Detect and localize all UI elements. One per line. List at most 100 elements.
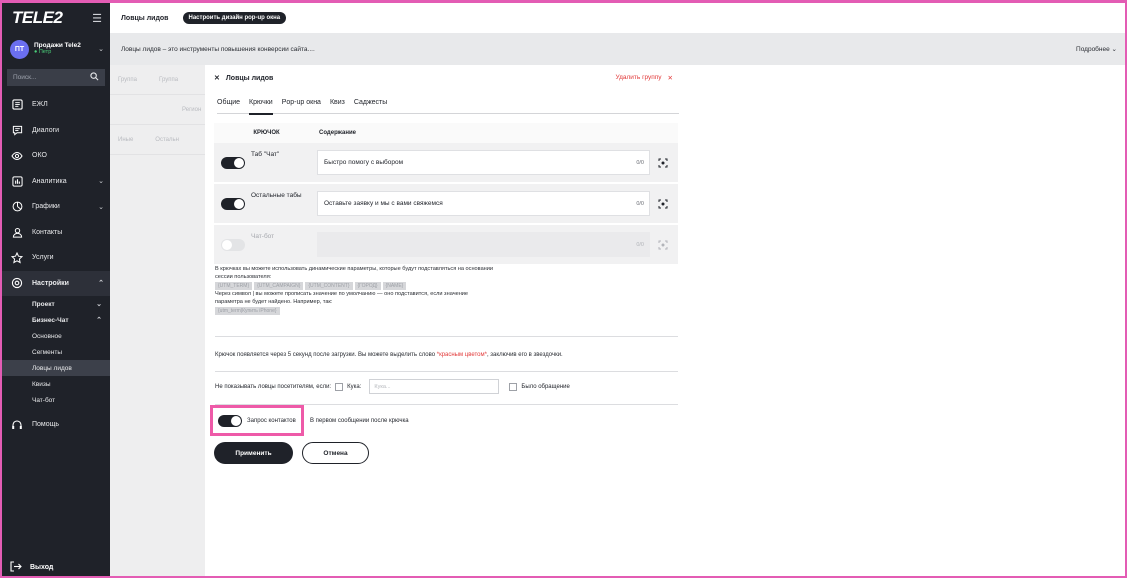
panel-tabs: Общие Крючки Pop-up окна Квиз Саджесты [217, 91, 679, 115]
contacts-request-toggle[interactable] [218, 414, 242, 427]
contacts-request-label: Запрос контактов [247, 417, 296, 424]
chevron-down-icon: ⌄ [96, 301, 102, 308]
content-background [681, 65, 1125, 576]
cookie-checkbox[interactable] [335, 382, 344, 391]
param-tags: {UTM_TERM} {UTM_CAMPAIGN} {UTM_CONTENT} {ГО… [215, 281, 675, 291]
star-icon [10, 251, 24, 265]
char-counter: 0/0 [636, 200, 644, 207]
menu-icon[interactable]: ☰ [92, 12, 102, 25]
close-icon[interactable]: ✕ [214, 74, 220, 82]
param-tag[interactable]: {UTM_TERM} [215, 281, 253, 290]
inbox-icon [10, 98, 24, 112]
sidebar-item-contacts[interactable]: Контакты [2, 220, 110, 246]
hook-text-input[interactable]: Быстро помогу с выбором 0/0 [317, 150, 650, 175]
was-request-checkbox[interactable] [509, 382, 518, 391]
hook-toggle[interactable] [221, 197, 245, 210]
was-request-label: Было обращение [521, 383, 570, 390]
cookie-input[interactable]: Кука... [369, 379, 500, 394]
tab-hooks[interactable]: Крючки [249, 91, 273, 115]
user-status: ● Петр [34, 48, 52, 55]
chat-icon [10, 123, 24, 137]
list-cell: Иные [118, 136, 134, 143]
sidebar-sub-project[interactable]: Проект ⌄ [2, 296, 110, 312]
headset-icon [10, 418, 24, 432]
param-tag[interactable]: {NAME} [382, 281, 407, 290]
sidebar-sub-segments[interactable]: Сегменты [2, 344, 110, 360]
sidebar-search [7, 69, 105, 86]
variable-icon[interactable] [658, 158, 668, 168]
sidebar-sub-lead-catchers[interactable]: Ловцы лидов [2, 360, 110, 376]
char-counter: 0/0 [636, 241, 644, 248]
analytics-icon [10, 174, 24, 188]
groups-list-background: Группа Группа Регион Иные Остальн [110, 65, 205, 576]
no-show-label: Не показывать ловцы посетителям, если: [215, 383, 332, 390]
info-line: Через символ | вы можете прописать значе… [215, 290, 469, 297]
delete-group-button[interactable]: Удалить группу ✕ [615, 74, 673, 82]
lead-catchers-panel: ✕ Ловцы лидов Удалить группу ✕ Общие Крю… [205, 65, 681, 576]
hooks-table-header: КРЮЧОК Содержание [214, 123, 678, 143]
user-switcher[interactable]: ПТ Продажи Tele2 ● Петр ⌄ [2, 33, 110, 65]
sidebar-item-label: Помощь [32, 421, 60, 429]
sidebar-item-analytics[interactable]: Аналитика ⌄ [2, 169, 110, 195]
list-cell: Остальн [155, 136, 179, 143]
param-tag[interactable]: {UTM_CAMPAIGN} [254, 281, 304, 290]
sidebar-sub-label: Сегменты [32, 348, 63, 356]
list-cell: Группа [118, 76, 138, 83]
info-text: Ловцы лидов – это инструменты повышения … [121, 45, 315, 53]
sidebar-item-label: Диалоги [32, 126, 60, 134]
hook-row: Чат-бот 0/0 [214, 225, 678, 264]
sidebar-sub-label: Чат-бот [32, 396, 56, 404]
logout-icon [10, 560, 22, 574]
sidebar-item-services[interactable]: Услуги [2, 245, 110, 271]
hook-row: Остальные табы Оставьте заявку и мы с ва… [214, 184, 678, 223]
hook-text-input[interactable]: Оставьте заявку и мы с вами свяжемся 0/0 [317, 191, 650, 216]
apply-button[interactable]: Применить [214, 442, 293, 464]
variable-icon[interactable] [658, 199, 668, 209]
search-icon[interactable] [90, 71, 99, 84]
example-tag[interactable]: {utm_term|Купить iPhone} [215, 306, 280, 315]
info-line: В крючках вы можете использовать динамич… [215, 266, 494, 272]
param-tag[interactable]: {UTM_CONTENT} [305, 281, 353, 290]
hook-toggle[interactable] [221, 238, 245, 251]
no-show-settings: Не показывать ловцы посетителям, если: К… [215, 379, 570, 394]
hook-name: Таб "Чат" [251, 151, 280, 158]
sidebar-item-settings[interactable]: Настройки ⌃ [2, 270, 110, 296]
popup-design-button[interactable]: Настроить дизайн pop-up окна [182, 12, 287, 24]
logo[interactable]: TELE2 [12, 8, 63, 28]
divider [215, 336, 678, 337]
variable-icon[interactable] [658, 240, 668, 250]
tab-popups[interactable]: Pop-up окна [282, 91, 321, 114]
sidebar-item-charts[interactable]: Графики ⌄ [2, 194, 110, 220]
list-cell: Группа [159, 76, 179, 83]
tab-suggests[interactable]: Саджесты [354, 91, 387, 114]
sidebar-item-ezhl[interactable]: ЕЖЛ [2, 92, 110, 118]
param-tag[interactable]: {ГОРОД} [354, 281, 381, 290]
panel-header: ✕ Ловцы лидов Удалить группу ✕ [205, 65, 681, 91]
sidebar-item-dialogs[interactable]: Диалоги [2, 118, 110, 144]
list-item: Регион [110, 95, 205, 125]
sidebar-item-help[interactable]: Помощь [2, 412, 110, 438]
sidebar-sub-chatbot[interactable]: Чат-бот [2, 392, 110, 408]
topbar: Ловцы лидов Настроить дизайн pop-up окна [110, 3, 1125, 33]
cancel-button[interactable]: Отмена [302, 442, 369, 464]
sidebar-item-oko[interactable]: ОКО [2, 143, 110, 169]
sidebar-item-label: Графики [32, 203, 60, 211]
more-link[interactable]: Подробнее ⌄ [1076, 45, 1117, 53]
sidebar-sub-label: Основное [32, 332, 62, 340]
logo-row: TELE2 ☰ [2, 3, 110, 33]
info-line: параметра не будет найдено. Например, та… [215, 298, 333, 305]
hook-text-input[interactable]: 0/0 [317, 232, 650, 257]
hook-row: Таб "Чат" Быстро помогу с выбором 0/0 [214, 143, 678, 182]
hook-toggle[interactable] [221, 156, 245, 169]
sidebar-sub-main[interactable]: Основное [2, 328, 110, 344]
sidebar-sub-quizzes[interactable]: Квизы [2, 376, 110, 392]
sidebar-sub-business-chat[interactable]: Бизнес-Чат ⌃ [2, 312, 110, 328]
tab-quiz[interactable]: Квиз [330, 91, 345, 114]
chevron-down-icon: ⌄ [98, 178, 104, 186]
tab-general[interactable]: Общие [217, 91, 240, 114]
panel-title-text: Ловцы лидов [225, 74, 274, 82]
hook-text-value: Оставьте заявку и мы с вами свяжемся [324, 200, 443, 207]
exit-button[interactable]: Выход [2, 556, 110, 576]
search-input[interactable] [13, 74, 83, 81]
list-item: Иные Остальн [110, 125, 205, 155]
